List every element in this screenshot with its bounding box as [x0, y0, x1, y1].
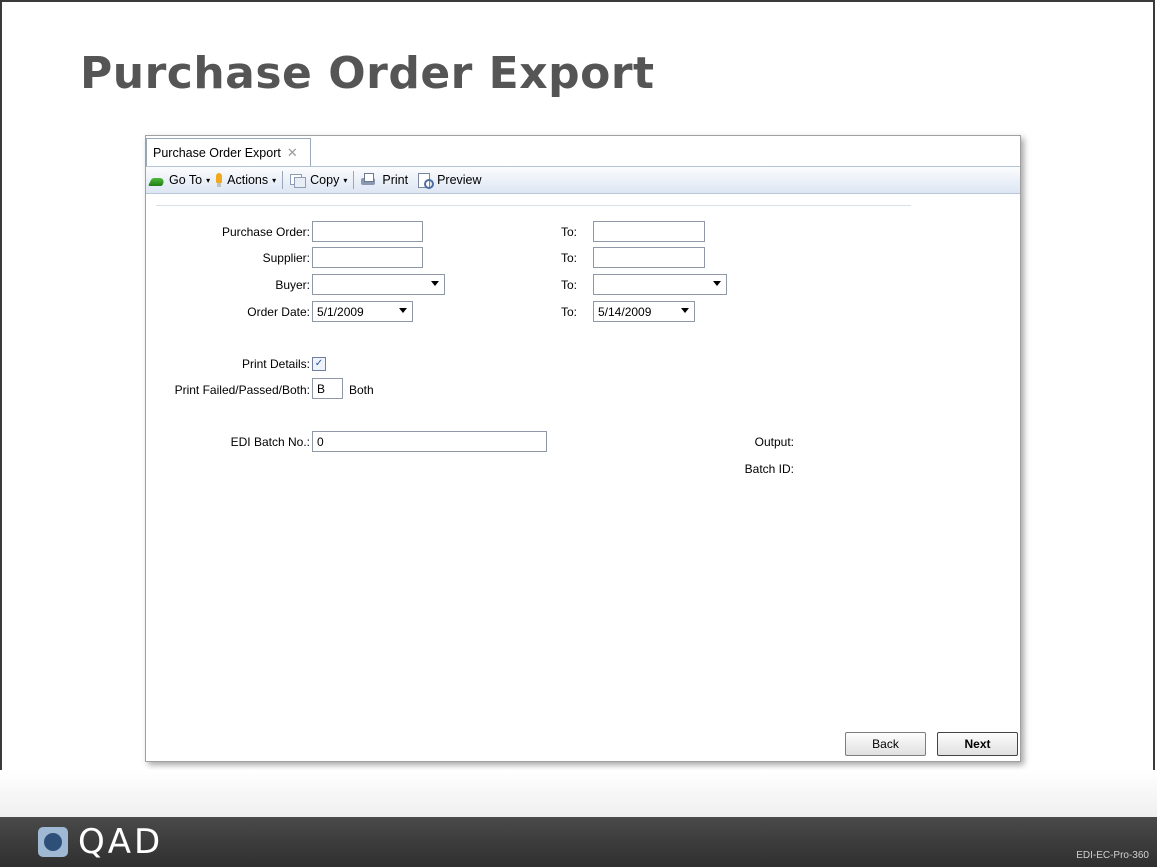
supplier-to-input[interactable] [593, 247, 705, 268]
chevron-down-icon [431, 281, 439, 286]
print-details-checkbox[interactable]: ✓ [312, 357, 326, 371]
buyer-to-select[interactable] [593, 274, 727, 295]
dropdown-caret-icon: ▾ [343, 175, 348, 185]
buyer-label: Buyer: [275, 278, 310, 292]
header-divider [156, 205, 911, 206]
batch-id-label: Batch ID: [744, 462, 794, 476]
dropdown-caret-icon: ▾ [272, 175, 277, 185]
print-label: Print [382, 173, 409, 187]
supplier-label: Supplier: [262, 251, 310, 265]
preview-button[interactable]: Preview [418, 172, 482, 189]
toolbar-separator [282, 171, 284, 189]
supplier-to-label: To: [561, 251, 578, 265]
copy-icon [290, 173, 307, 188]
footer-fade [0, 770, 1157, 820]
buyer-to-label: To: [561, 278, 578, 292]
goto-button[interactable]: Go To ▾ [148, 173, 211, 187]
qad-logo-icon [38, 827, 68, 857]
order-date-to-picker[interactable]: 5/14/2009 [593, 301, 695, 322]
toolbar-separator [353, 171, 355, 189]
slide-code: EDI-EC-Pro-360 [1076, 850, 1149, 861]
chevron-down-icon [399, 308, 407, 313]
order-date-value: 5/1/2009 [317, 305, 364, 319]
supplier-input[interactable] [312, 247, 423, 268]
chevron-down-icon [681, 308, 689, 313]
dropdown-caret-icon: ▾ [206, 175, 211, 185]
lightbulb-icon [214, 173, 223, 187]
chevron-down-icon [713, 281, 721, 286]
edi-batch-no-label: EDI Batch No.: [230, 435, 310, 449]
qad-logo: QAD [38, 822, 164, 862]
purchase-order-to-label: To: [561, 225, 578, 239]
order-date-picker[interactable]: 5/1/2009 [312, 301, 413, 322]
copy-button[interactable]: Copy ▾ [290, 173, 348, 188]
actions-button[interactable]: Actions ▾ [214, 173, 276, 187]
output-label: Output: [754, 435, 794, 449]
slide-title: Purchase Order Export [80, 48, 655, 99]
tab-purchase-order-export[interactable]: Purchase Order Export ✕ [146, 138, 311, 166]
preview-icon [418, 172, 435, 189]
edi-batch-no-input[interactable] [312, 431, 547, 452]
toolbar: Go To ▾ Actions ▾ Copy ▾ Print Preview [146, 167, 1020, 194]
order-date-label: Order Date: [247, 305, 310, 319]
print-button[interactable]: Print [361, 173, 408, 187]
order-date-to-label: To: [561, 305, 578, 319]
goto-label: Go To [169, 173, 203, 187]
slide-footer: QAD EDI-EC-Pro-360 [0, 817, 1157, 867]
print-failed-passed-both-input[interactable] [312, 378, 343, 399]
back-button[interactable]: Back [845, 732, 926, 756]
tab-strip: Purchase Order Export ✕ [146, 136, 1020, 167]
qad-logo-text: QAD [78, 822, 164, 862]
tab-label: Purchase Order Export [153, 145, 281, 160]
buyer-select[interactable] [312, 274, 445, 295]
goto-arrow-icon [148, 178, 166, 186]
copy-label: Copy [310, 173, 340, 187]
purchase-order-input[interactable] [312, 221, 423, 242]
purchase-order-to-input[interactable] [593, 221, 705, 242]
printer-icon [361, 173, 377, 187]
print-details-label: Print Details: [241, 357, 310, 371]
print-failed-passed-both-description: Both [349, 383, 374, 397]
purchase-order-label: Purchase Order: [221, 225, 310, 239]
application-window: Purchase Order Export ✕ Go To ▾ Actions … [145, 135, 1021, 762]
close-icon[interactable]: ✕ [287, 145, 298, 161]
next-button[interactable]: Next [937, 732, 1018, 756]
preview-label: Preview [437, 173, 482, 187]
actions-label: Actions [227, 173, 269, 187]
order-date-to-value: 5/14/2009 [598, 305, 652, 319]
print-failed-passed-both-label: Print Failed/Passed/Both: [174, 383, 310, 397]
